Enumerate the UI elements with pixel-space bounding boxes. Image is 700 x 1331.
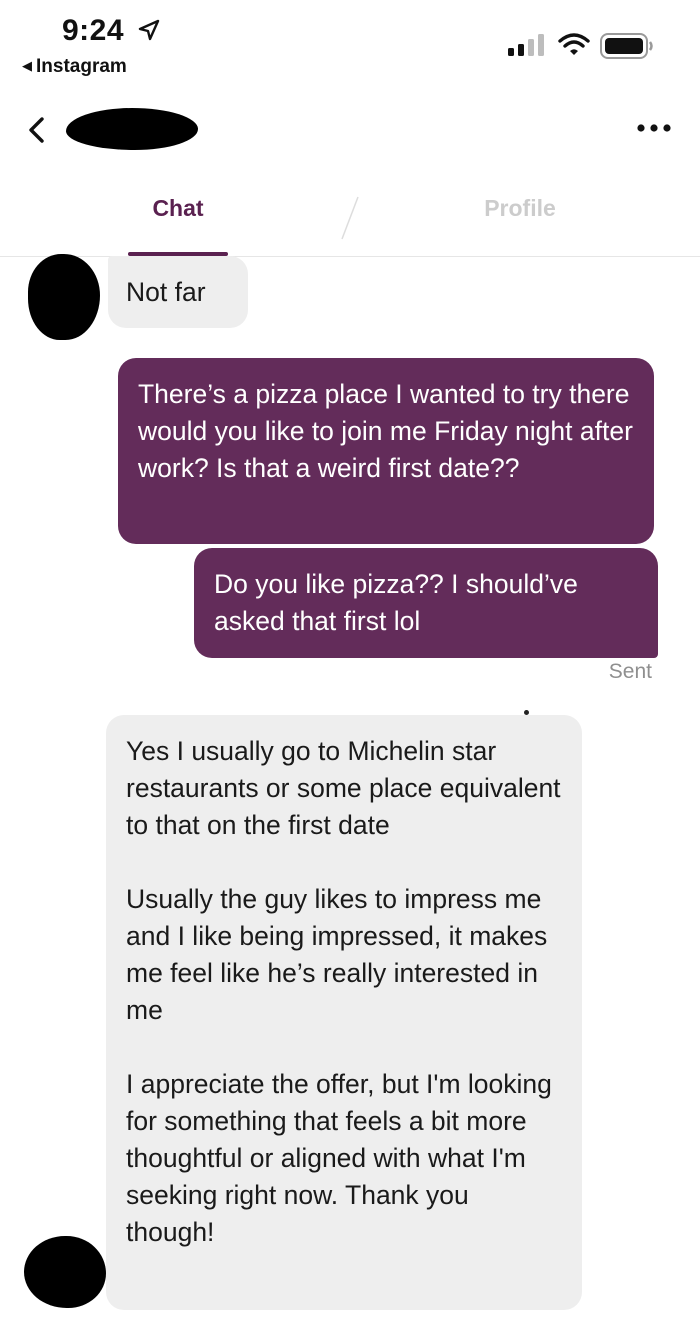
outgoing-message: There’s a pizza place I wanted to try th… (118, 358, 654, 544)
chat-profile-tabs: Chat Profile (0, 175, 700, 257)
back-triangle-icon: ◀ (22, 58, 32, 73)
back-app-label: Instagram (36, 56, 127, 77)
chat-header (0, 100, 700, 160)
tab-chat[interactable]: Chat (128, 195, 228, 222)
back-to-instagram[interactable]: ◀ Instagram (22, 56, 127, 78)
status-bar: 9:24 ◀ Instagram (0, 0, 700, 90)
battery-icon (600, 33, 654, 64)
tab-divider (338, 195, 362, 246)
location-arrow-icon (138, 19, 160, 46)
redacted-contact-name (66, 108, 198, 150)
wifi-icon (558, 32, 590, 61)
chevron-left-icon[interactable] (26, 116, 48, 149)
tab-profile[interactable]: Profile (470, 195, 570, 222)
sent-receipt: Sent (608, 660, 652, 683)
more-dots-icon[interactable] (636, 120, 676, 138)
incoming-message: Not far (108, 256, 248, 328)
redacted-avatar (24, 1236, 106, 1308)
incoming-message: Yes I usually go to Michelin star restau… (106, 715, 582, 1310)
outgoing-message: Do you like pizza?? I should’ve asked th… (194, 548, 658, 658)
status-time: 9:24 (62, 14, 125, 47)
cellular-signal-icon (508, 34, 548, 61)
redacted-avatar (28, 254, 100, 340)
